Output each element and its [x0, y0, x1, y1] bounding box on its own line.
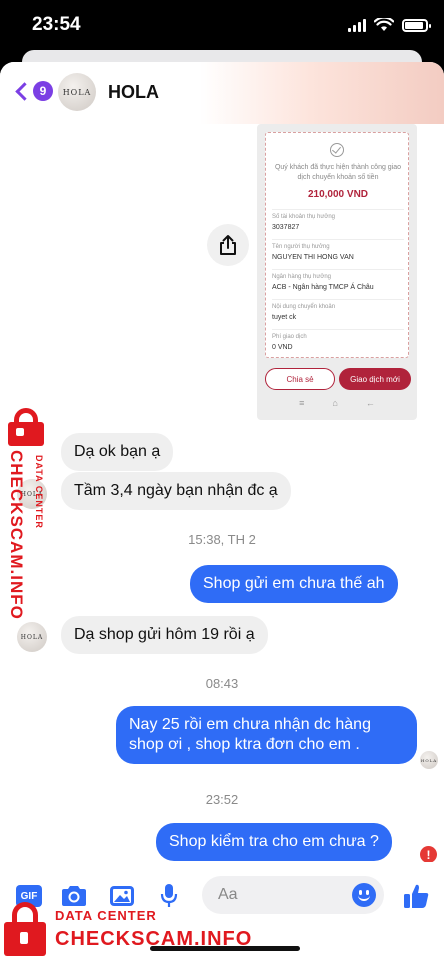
- message-bubble-outgoing[interactable]: Shop gửi em chưa thế ah: [190, 565, 398, 603]
- emoji-icon[interactable]: [352, 883, 376, 907]
- wifi-icon: [374, 18, 394, 31]
- conversation-header: 9 HOLA HOLA: [0, 62, 444, 124]
- status-icons: [348, 18, 431, 32]
- receipt-field: Ngân hàng thụ hưởng ACB - Ngân hàng TMCP…: [272, 269, 404, 291]
- unread-count-badge: 9: [33, 81, 53, 101]
- chevron-left-icon: [15, 81, 34, 101]
- watermark-text: CHECKSCAM.INFO: [55, 928, 253, 950]
- message-bubble-incoming[interactable]: Dạ ok bạn ạ: [61, 433, 174, 471]
- message-timestamp: 08:43: [205, 676, 239, 691]
- back-button[interactable]: 9: [12, 81, 53, 101]
- battery-icon: [402, 18, 431, 32]
- watermark-side: DATA CENTER CHECKSCAM.INFO: [4, 440, 44, 630]
- message-timestamp: 15:38, TH 2: [188, 532, 256, 547]
- microphone-icon[interactable]: [155, 882, 183, 910]
- message-bubble-outgoing[interactable]: Shop kiểm tra cho em chưa ?: [156, 823, 392, 861]
- watermark-text: DATA CENTER: [55, 908, 157, 923]
- receipt-field: Nội dung chuyển khoản tuyet ck: [272, 299, 404, 321]
- receipt-field-value: NGUYEN THI HONG VAN: [272, 254, 354, 261]
- receipt-share-button: Chia sẻ: [265, 368, 335, 390]
- contact-avatar[interactable]: HOLA: [58, 73, 96, 111]
- receipt-field: Tên người thụ hưởng NGUYEN THI HONG VAN: [272, 239, 404, 261]
- receipt-message: Quý khách đã thực hiện thành công giao d…: [274, 164, 402, 181]
- receipt-card: Quý khách đã thực hiện thành công giao d…: [265, 132, 409, 358]
- share-image-button[interactable]: [207, 224, 249, 266]
- read-receipt-avatar: HOLA: [420, 751, 438, 769]
- receipt-field: Phí giao dịch 0 VND: [272, 329, 404, 351]
- receipt-field-label: Tên người thụ hưởng: [272, 244, 330, 250]
- receipt-field-value: ACB - Ngân hàng TMCP Á Châu: [272, 284, 374, 291]
- receipt-field-label: Ngân hàng thụ hưởng: [272, 274, 331, 280]
- shared-receipt-image[interactable]: Quý khách đã thực hiện thành công giao d…: [257, 124, 417, 420]
- receipt-field-value: 0 VND: [272, 344, 293, 351]
- receipt-field-value: tuyet ck: [272, 314, 297, 321]
- cellular-signal-icon: [348, 18, 366, 32]
- home-icon: ⌂: [332, 398, 338, 408]
- status-time: 23:54: [32, 14, 81, 35]
- message-timestamp: 23:52: [205, 792, 239, 807]
- send-failed-icon[interactable]: !: [420, 846, 437, 863]
- message-bubble-incoming[interactable]: Tầm 3,4 ngày bạn nhận đc ạ: [61, 472, 291, 510]
- receipt-field-label: Số tài khoản thụ hưởng: [272, 214, 335, 220]
- thumbs-up-icon[interactable]: [402, 882, 430, 910]
- contact-name[interactable]: HOLA: [108, 82, 159, 103]
- back-icon: ←: [365, 398, 375, 408]
- menu-icon: ≡: [299, 398, 305, 408]
- receipt-field-label: Nội dung chuyển khoản: [272, 304, 336, 310]
- share-icon: [220, 235, 236, 255]
- checkmark-icon: [330, 143, 344, 157]
- watermark-text: DATA CENTER: [34, 455, 44, 529]
- receipt-field-value: 3037827: [272, 224, 300, 231]
- watermark-text: CHECKSCAM.INFO: [7, 450, 26, 620]
- receipt-nav-bar: ≡ ⌂ ←: [257, 398, 417, 408]
- message-bubble-outgoing[interactable]: Nay 25 rồi em chưa nhận dc hàng shop ơi …: [116, 706, 417, 764]
- receipt-field: Số tài khoản thụ hưởng 3037827: [272, 209, 404, 231]
- watermark-lock-icon: [2, 902, 50, 956]
- image-icon[interactable]: [108, 882, 136, 910]
- status-bar: 23:54: [0, 0, 444, 52]
- messenger-conversation: 9 HOLA HOLA Quý khách đã thực hiện thành…: [0, 62, 444, 960]
- receipt-new-transaction-button: Giao dịch mới: [339, 368, 411, 390]
- receipt-amount: 210,000 VND: [307, 189, 369, 200]
- message-bubble-incoming[interactable]: Dạ shop gửi hôm 19 rồi ạ: [61, 616, 268, 654]
- camera-icon[interactable]: [60, 882, 88, 910]
- receipt-field-label: Phí giao dịch: [272, 334, 307, 340]
